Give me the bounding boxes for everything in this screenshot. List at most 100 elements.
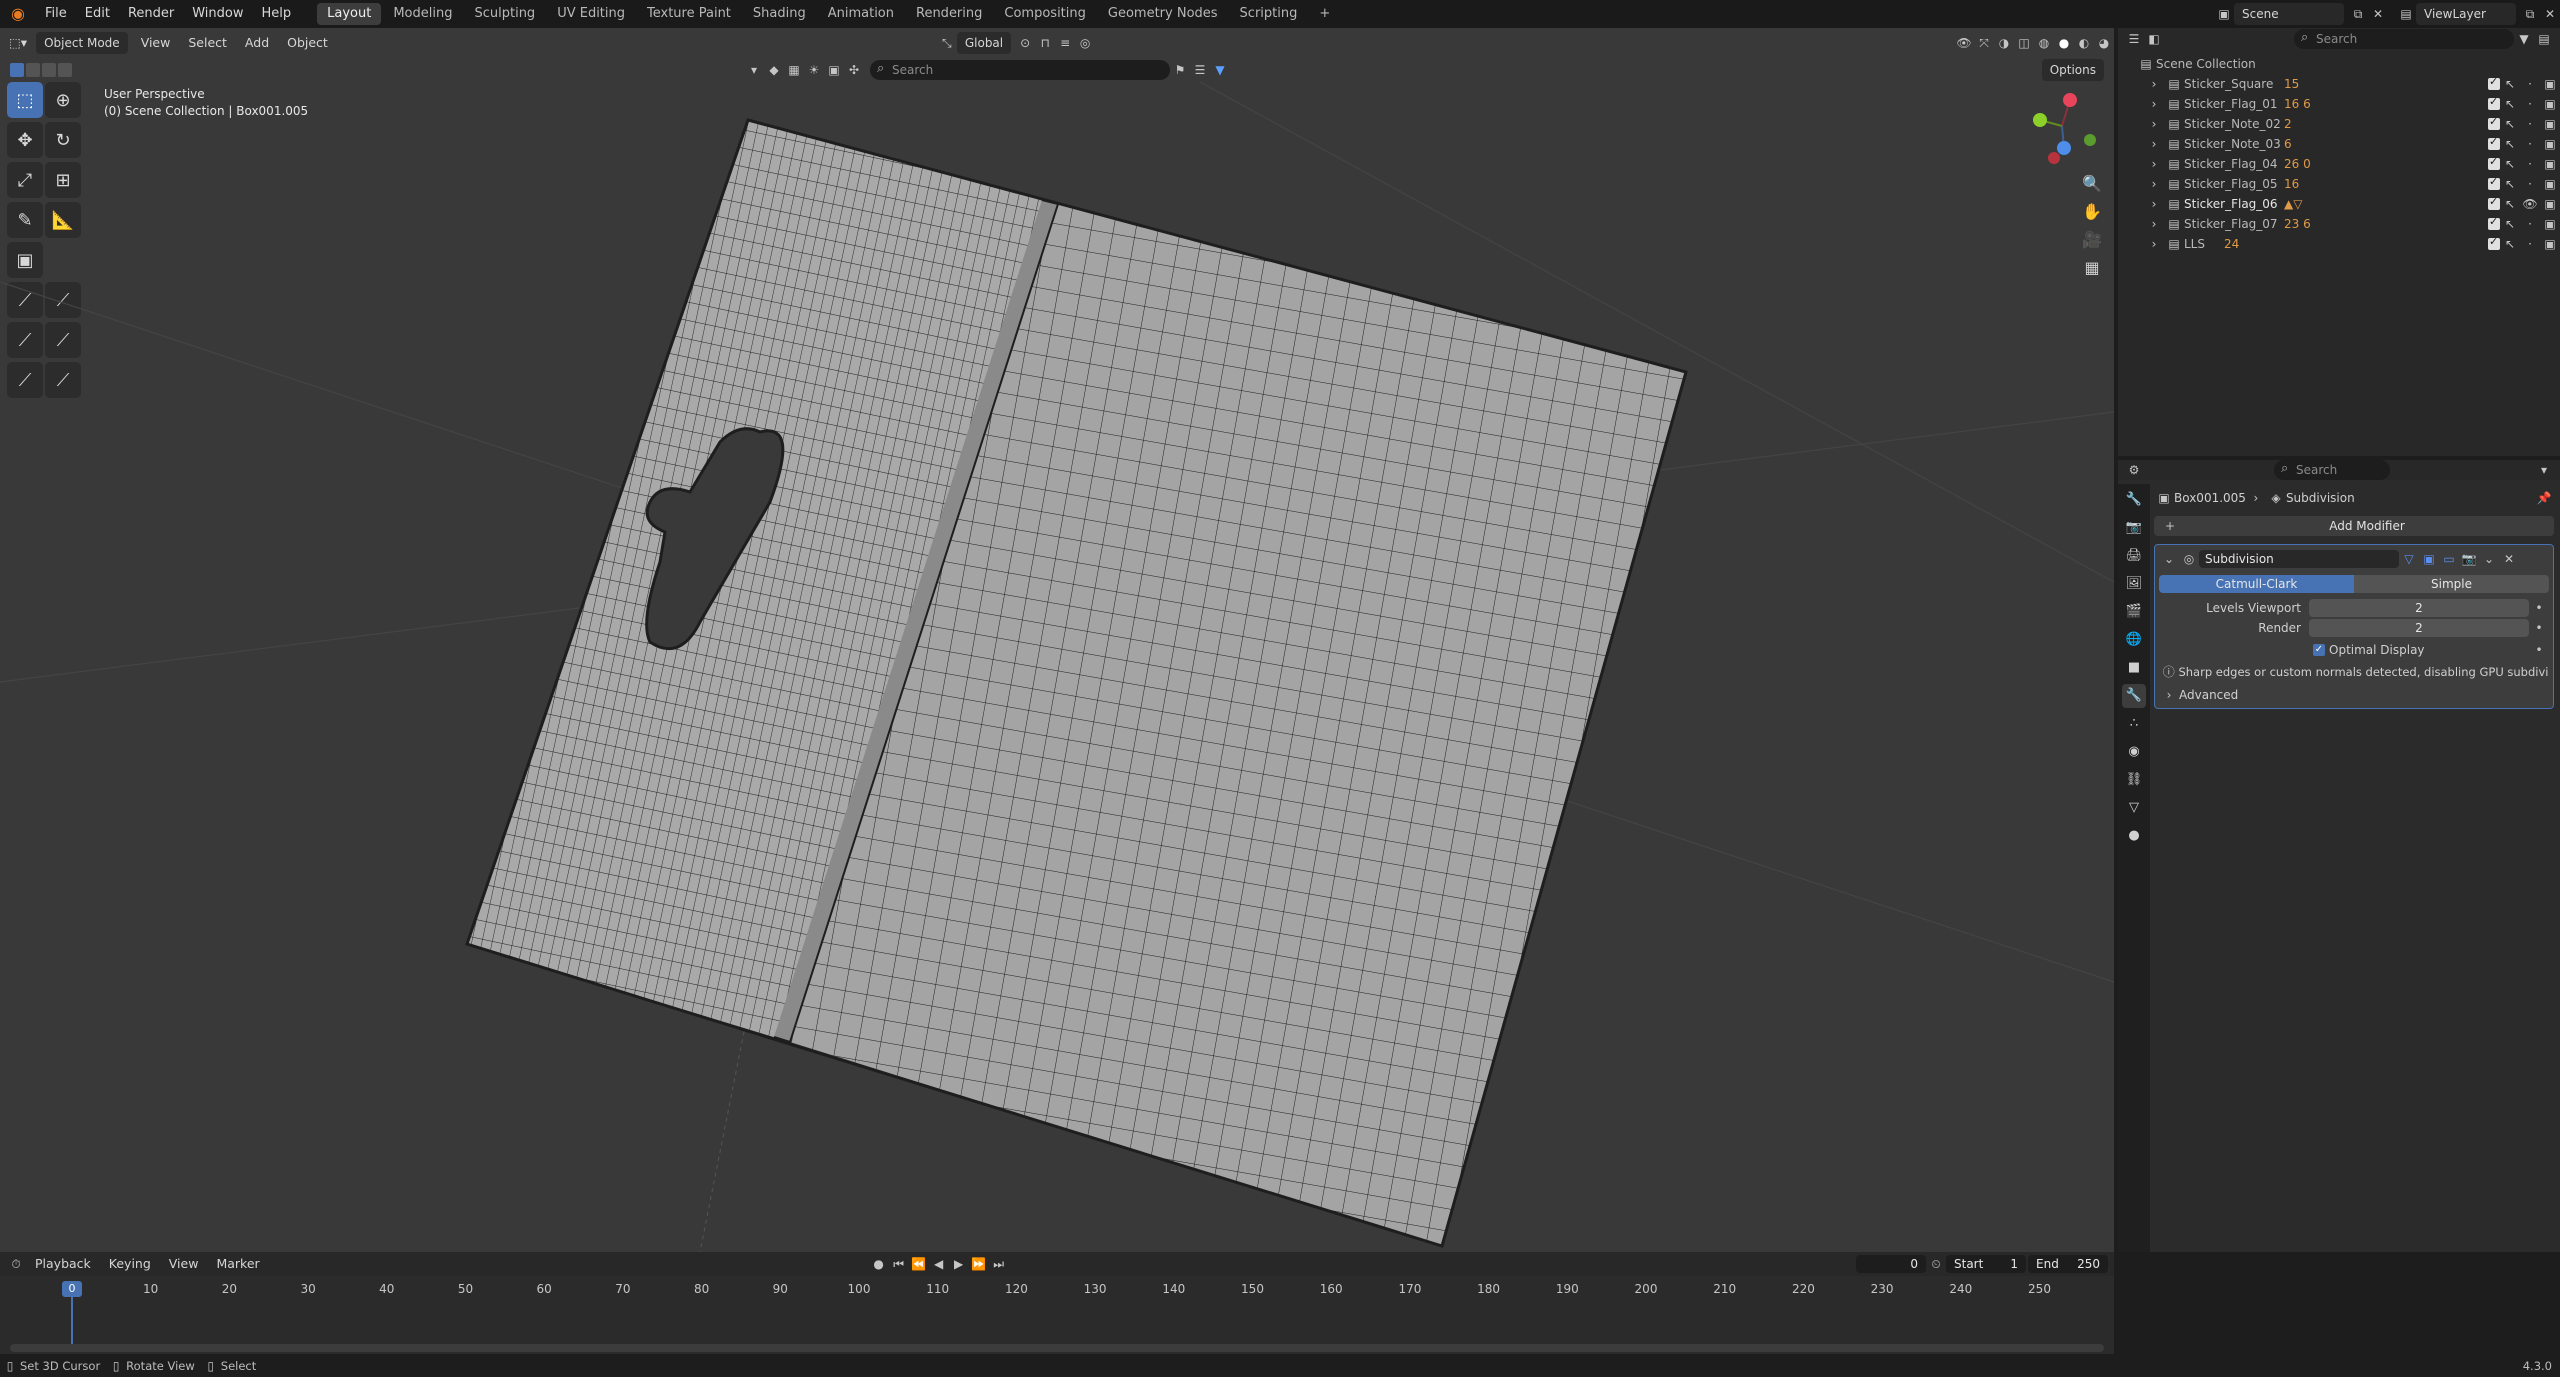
tab-modeling[interactable]: Modeling — [383, 3, 462, 25]
exclude-checkbox[interactable] — [2488, 215, 2500, 230]
scene-icon[interactable]: ▣ — [2214, 7, 2234, 21]
render-toggle-icon[interactable]: ▣ — [2540, 197, 2560, 211]
xray-icon[interactable]: ◫ — [2014, 36, 2034, 50]
menu-file[interactable]: File — [36, 0, 76, 28]
keyframe-dot-icon[interactable]: • — [2529, 601, 2549, 615]
new-scene-icon[interactable]: ⧉ — [2348, 7, 2368, 22]
select-toggle-icon[interactable]: ↖ — [2500, 77, 2520, 91]
end-frame-field[interactable]: End 250 — [2028, 1255, 2108, 1273]
hide-toggle-icon[interactable]: · — [2520, 117, 2540, 131]
select-extend-icon[interactable] — [26, 63, 40, 77]
timeline-menu-keying[interactable]: Keying — [100, 1253, 160, 1275]
advanced-subpanel[interactable]: › Advanced — [2159, 688, 2549, 702]
viewport-menu-select[interactable]: Select — [179, 32, 236, 54]
current-frame-field[interactable]: 0 — [1856, 1255, 1926, 1273]
expand-icon[interactable]: › — [2144, 97, 2164, 111]
data-tab-icon[interactable]: ▽ — [2122, 796, 2146, 820]
hide-toggle-icon[interactable]: · — [2520, 217, 2540, 231]
ortho-grid-icon[interactable]: ▦ — [2078, 254, 2106, 282]
menu-render[interactable]: Render — [119, 0, 183, 28]
render-toggle-icon[interactable]: ▣ — [2540, 157, 2560, 171]
menu-window[interactable]: Window — [183, 0, 252, 28]
select-subtract-icon[interactable] — [42, 63, 56, 77]
snap-icon[interactable]: ⊓ — [1035, 36, 1055, 50]
keyframe-dot-icon[interactable]: • — [2529, 621, 2549, 635]
viewport-menu-object[interactable]: Object — [278, 32, 337, 54]
render-toggle-icon[interactable]: ▣ — [2540, 217, 2560, 231]
viewport-search[interactable]: Search — [870, 59, 1170, 80]
select-intersect-icon[interactable] — [58, 63, 72, 77]
on-cage-icon[interactable]: ▣ — [2419, 552, 2439, 566]
delete-scene-icon[interactable]: ✕ — [2368, 7, 2388, 21]
list-item[interactable]: ›▤Sticker_Flag_0116 6↖·▣ — [2118, 94, 2560, 114]
list-item[interactable]: ›▤LLS24↖·▣ — [2118, 234, 2560, 254]
select-new-icon[interactable] — [10, 63, 24, 77]
add-workspace-button[interactable]: + — [1309, 3, 1340, 25]
realtime-icon[interactable]: ▭ — [2439, 552, 2459, 566]
select-toggle-icon[interactable]: ↖ — [2500, 177, 2520, 191]
tab-compositing[interactable]: Compositing — [994, 3, 1096, 25]
expand-icon[interactable]: › — [2144, 137, 2164, 151]
exclude-checkbox[interactable] — [2488, 75, 2500, 90]
pan-hand-icon[interactable]: ✋ — [2078, 198, 2106, 226]
view-layer-tab-icon[interactable]: 🖼 — [2122, 572, 2146, 596]
snap-target-icon[interactable]: ≡ — [1055, 36, 1075, 50]
select-toggle-icon[interactable]: ↖ — [2500, 157, 2520, 171]
catmull-clark-button[interactable]: Catmull-Clark — [2159, 575, 2354, 593]
render-levels-field[interactable]: 2 — [2309, 619, 2529, 637]
menu-edit[interactable]: Edit — [76, 0, 119, 28]
list-item[interactable]: ›▤Sticker_Flag_06▲▽↖👁▣ — [2118, 194, 2560, 214]
timeline-area[interactable]: 0 10 20 30 40 50 60 70 80 90 100 110 120 130 140 150 160… — [0, 1276, 2114, 1354]
object-type-visibility-icon[interactable]: ◆ — [764, 63, 784, 77]
proportional-edit-icon[interactable]: ◎ — [1075, 36, 1095, 50]
tab-shading[interactable]: Shading — [743, 3, 816, 25]
outliner-editor-type-icon[interactable]: ☰ — [2124, 32, 2144, 46]
exclude-checkbox[interactable] — [2488, 235, 2500, 250]
select-toggle-icon[interactable]: ↖ — [2500, 137, 2520, 151]
scene-collection-row[interactable]: ▤ Scene Collection — [2118, 54, 2560, 74]
shading-material-icon[interactable]: ◐ — [2074, 36, 2094, 50]
display-mode-icon[interactable]: ◧ — [2144, 32, 2164, 46]
output-tab-icon[interactable]: 🖨 — [2122, 544, 2146, 568]
select-toggle-icon[interactable]: ↖ — [2500, 97, 2520, 111]
list-item[interactable]: ›▤Sticker_Flag_0426 0↖·▣ — [2118, 154, 2560, 174]
keyframe-dot-icon[interactable]: • — [2529, 643, 2549, 657]
tab-layout[interactable]: Layout — [317, 3, 382, 25]
new-collection-icon[interactable]: ▤ — [2534, 32, 2554, 46]
select-toggle-icon[interactable]: ↖ — [2500, 197, 2520, 211]
exclude-checkbox[interactable] — [2488, 95, 2500, 110]
navigation-gizmo[interactable] — [2018, 84, 2098, 164]
filter-icon[interactable]: ▼ — [1210, 63, 1230, 77]
list-item[interactable]: ›▤Sticker_Note_036↖·▣ — [2118, 134, 2560, 154]
view-layer-selector[interactable]: ViewLayer — [2416, 3, 2516, 25]
scene-tab-icon[interactable]: 🎬 — [2122, 600, 2146, 624]
properties-options-icon[interactable]: ▾ — [2534, 463, 2554, 477]
optimal-display-checkbox[interactable]: ✓ — [2313, 644, 2325, 656]
list-icon[interactable]: ☰ — [1190, 63, 1210, 77]
camera-icon[interactable]: ▣ — [824, 63, 844, 77]
timeline-editor-type-icon[interactable]: ⏱ — [6, 1257, 26, 1272]
filter-toggle-icon[interactable]: ▾ — [744, 63, 764, 77]
hide-toggle-icon[interactable]: · — [2520, 137, 2540, 151]
view-layer-icon[interactable]: ▤ — [2396, 7, 2416, 21]
hide-toggle-icon[interactable]: · — [2520, 77, 2540, 91]
add-modifier-button[interactable]: + Add Modifier — [2154, 516, 2554, 536]
viewport-menu-view[interactable]: View — [132, 32, 180, 54]
exclude-checkbox[interactable] — [2488, 195, 2500, 210]
edit-mode-icon[interactable]: ▽ — [2399, 552, 2419, 566]
next-keyframe-icon[interactable]: ⏩ — [969, 1257, 989, 1271]
list-item[interactable]: ›▤Sticker_Flag_0723 6↖·▣ — [2118, 214, 2560, 234]
playhead[interactable]: 0 — [62, 1281, 82, 1297]
collapse-icon[interactable]: ⌄ — [2159, 552, 2179, 566]
list-item[interactable]: ›▤Sticker_Flag_0516↖·▣ — [2118, 174, 2560, 194]
modifier-name-field[interactable]: Subdivision — [2199, 550, 2399, 568]
render-toggle-icon[interactable]: ▣ — [2540, 77, 2560, 91]
select-toggle-icon[interactable]: ↖ — [2500, 217, 2520, 231]
pin-icon[interactable]: 📌 — [2534, 491, 2554, 505]
render-tab-icon[interactable]: 📷 — [2122, 516, 2146, 540]
render-toggle-icon[interactable]: ▣ — [2540, 137, 2560, 151]
z-axis-icon[interactable] — [2057, 141, 2071, 155]
tab-scripting[interactable]: Scripting — [1230, 3, 1308, 25]
world-tab-icon[interactable]: 🌐 — [2122, 628, 2146, 652]
remove-modifier-icon[interactable]: ✕ — [2499, 552, 2519, 566]
